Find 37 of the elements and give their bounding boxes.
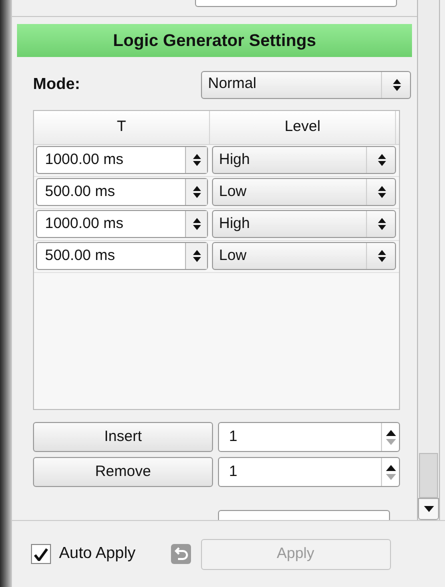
checkbox[interactable] xyxy=(31,544,51,564)
checkmark-icon xyxy=(34,548,48,560)
count-spinbox[interactable]: 1 xyxy=(218,457,400,488)
scrollbar-thumb[interactable] xyxy=(419,453,438,498)
section-header: Logic Generator Settings xyxy=(17,24,412,57)
time-spinbox[interactable]: 500.00 ms xyxy=(36,178,208,206)
dropdown[interactable]: High xyxy=(212,146,396,174)
mode-label: Mode: xyxy=(33,74,80,95)
up-down-arrows-icon xyxy=(377,249,387,264)
up-down-arrows-icon xyxy=(377,185,387,200)
dropdown[interactable]: Normal xyxy=(201,70,411,99)
column-header: T xyxy=(34,110,210,144)
up-down-arrows-icon xyxy=(192,249,202,264)
dropdown[interactable]: Low xyxy=(212,178,396,206)
down-arrow-icon[interactable] xyxy=(424,506,434,512)
up-down-arrows-icon xyxy=(192,153,202,168)
up-down-arrows-icon xyxy=(377,153,387,168)
up-down-arrows-icon xyxy=(192,217,202,232)
dropdown[interactable]: High xyxy=(212,210,396,238)
scrollbar[interactable] xyxy=(418,0,440,520)
action-button[interactable]: Insert xyxy=(33,422,213,452)
time-spinbox[interactable]: 1000.00 ms xyxy=(36,146,208,174)
up-arrow-icon[interactable] xyxy=(386,430,396,436)
up-down-arrows-icon xyxy=(392,78,402,92)
time-spinbox[interactable]: 500.00 ms xyxy=(36,242,208,270)
time-spinbox[interactable]: 1000.00 ms xyxy=(36,210,208,238)
up-down-arrows-icon xyxy=(377,217,387,232)
column-header: Level xyxy=(210,110,396,144)
up-arrow-icon[interactable] xyxy=(386,464,396,471)
input-field[interactable] xyxy=(218,510,390,520)
up-down-arrows-icon xyxy=(192,185,202,200)
dropdown[interactable]: Low xyxy=(212,242,396,270)
input-field[interactable] xyxy=(195,0,397,7)
action-button[interactable]: Remove xyxy=(33,457,213,488)
count-spinbox[interactable]: 1 xyxy=(218,422,400,452)
undo-icon[interactable] xyxy=(170,544,190,564)
checkbox-label: Auto Apply xyxy=(59,544,136,564)
